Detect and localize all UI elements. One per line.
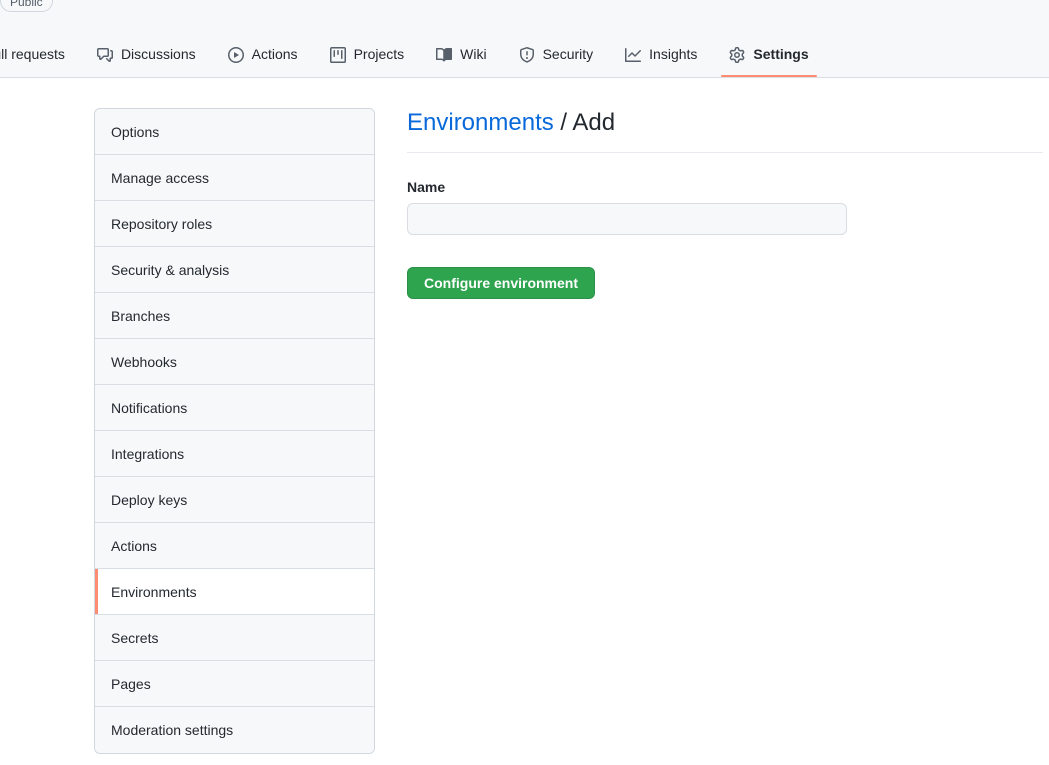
environment-name-input[interactable] [407,203,847,235]
sidebar-item-label: Integrations [111,445,185,462]
sidebar-item-branches[interactable]: Branches [95,293,374,339]
configure-environment-button[interactable]: Configure environment [407,267,596,299]
sidebar-item-pages[interactable]: Pages [95,661,374,707]
add-environment-form: Name Configure environment [407,179,1049,299]
sidebar-item-deploy-keys[interactable]: Deploy keys [95,477,374,523]
nav-tab-actions[interactable]: Actions [220,32,306,77]
play-circle-icon [227,46,244,63]
breadcrumb-separator: / [560,109,568,136]
sidebar-item-webhooks[interactable]: Webhooks [95,339,374,385]
nav-tab-projects-label: Projects [353,45,405,62]
sidebar-item-label: Secrets [111,629,159,646]
main-content: Environments / Add Name Configure enviro… [407,108,1049,299]
nav-tab-settings-label: Settings [753,45,809,62]
nav-tab-insights-label: Insights [649,45,698,62]
nav-tab-wiki[interactable]: Wiki [428,32,494,77]
page-body: Options Manage access Repository roles S… [0,78,1049,765]
repo-visibility-badge: Public [0,0,53,12]
sidebar-item-label: Options [111,123,160,140]
gear-icon [729,46,745,63]
sidebar-item-actions[interactable]: Actions [95,523,374,569]
sidebar-item-label: Deploy keys [111,491,188,508]
nav-tab-security-label: Security [542,45,594,62]
nav-tab-projects[interactable]: Projects [322,32,413,77]
graph-icon [625,47,642,63]
sidebar-item-repository-roles[interactable]: Repository roles [95,201,374,247]
sidebar-item-label: Notifications [111,399,188,416]
book-icon [436,47,453,63]
sidebar-item-manage-access[interactable]: Manage access [95,155,374,201]
project-board-icon [329,46,346,63]
breadcrumb-environments-link[interactable]: Environments [407,109,554,136]
nav-tab-pull-requests-label: Pull requests [0,45,65,62]
sidebar-item-moderation-settings[interactable]: Moderation settings [95,707,374,753]
sidebar-item-options[interactable]: Options [95,109,374,155]
sidebar-item-security-and-analysis[interactable]: Security & analysis [95,247,374,293]
breadcrumb-current: Add [572,109,616,136]
settings-sidebar: Options Manage access Repository roles S… [94,108,375,754]
sidebar-item-label: Repository roles [111,215,213,232]
repo-nav-tabs: Pull requests Discussions Actions [0,32,833,78]
repo-header: Public Pull requests Discussions Actions [0,0,1049,78]
nav-tab-discussions-label: Discussions [120,45,196,62]
sidebar-item-integrations[interactable]: Integrations [95,431,374,477]
sidebar-item-label: Environments [111,583,197,600]
nav-tab-pull-requests[interactable]: Pull requests [0,32,73,77]
nav-tab-settings[interactable]: Settings [721,32,817,77]
sidebar-item-label: Actions [111,537,157,554]
comment-discussion-icon [96,47,113,63]
nav-tab-insights[interactable]: Insights [617,32,705,77]
nav-tab-wiki-label: Wiki [460,45,487,62]
sidebar-item-label: Branches [111,307,171,324]
shield-alert-icon [519,46,535,63]
sidebar-item-label: Pages [111,675,151,692]
sidebar-item-label: Moderation settings [111,722,234,738]
sidebar-item-label: Security & analysis [111,261,230,278]
nav-tab-discussions[interactable]: Discussions [89,32,204,77]
sidebar-item-label: Manage access [111,169,210,186]
sidebar-item-label: Webhooks [111,353,177,370]
page-title: Environments / Add [407,108,1043,153]
name-field-label: Name [407,179,446,195]
sidebar-item-environments[interactable]: Environments [95,569,374,615]
nav-tab-actions-label: Actions [251,45,298,62]
sidebar-item-notifications[interactable]: Notifications [95,385,374,431]
nav-tab-security[interactable]: Security [511,32,602,77]
sidebar-item-secrets[interactable]: Secrets [95,615,374,661]
